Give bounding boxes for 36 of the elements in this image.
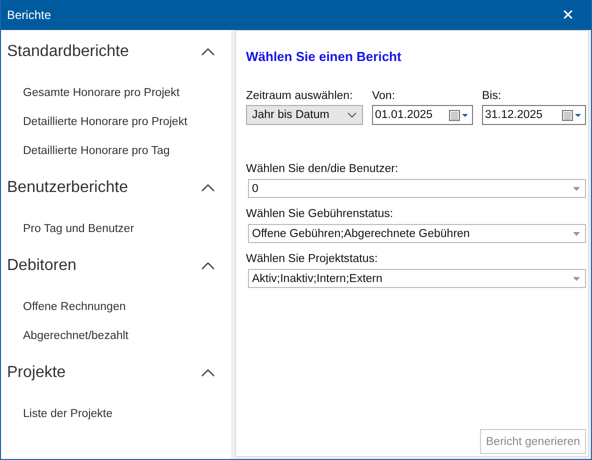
field-label: Wählen Sie den/die Benutzer: [246,163,400,175]
report-link[interactable]: Detaillierte Honorare pro Projekt [23,113,188,131]
chevron-down-icon[interactable] [347,112,357,118]
date-field[interactable]: 01.01.2025 [372,105,473,125]
field-label: Bis: [482,90,502,102]
select-field[interactable]: 0 [248,179,586,198]
panel-title: Wählen Sie einen Bericht [246,49,402,64]
chevron-up-icon[interactable] [201,48,215,56]
dropdown-arrow-icon[interactable] [573,232,580,236]
chevron-up-icon[interactable] [201,184,215,192]
dropdown-arrow-icon[interactable] [573,186,580,190]
chevron-up-icon[interactable] [201,262,215,270]
field-label: Wählen Sie Projektstatus: [246,253,379,265]
section-title: Benutzerberichte [7,179,128,197]
report-link[interactable]: Pro Tag und Benutzer [23,220,134,238]
period-dropdown[interactable]: Jahr bis Datum [246,105,363,125]
report-link[interactable]: Gesamte Honorare pro Projekt [23,84,180,102]
date-field[interactable]: 31.12.2025 [482,105,586,125]
select-field[interactable]: Aktiv;Inaktiv;Intern;Extern [248,269,586,288]
section-title: Standardberichte [7,43,129,61]
field-label: Zeitraum auswählen: [246,90,354,102]
report-link[interactable]: Liste der Projekte [23,405,112,423]
window-title: Berichte [7,8,52,22]
report-link[interactable]: Abgerechnet/bezahlt [23,327,128,345]
calendar-icon[interactable] [562,110,582,120]
report-link[interactable]: Detaillierte Honorare pro Tag [23,142,170,160]
section-title: Projekte [7,364,66,382]
field-label: Von: [372,90,396,102]
select-field[interactable]: Offene Gebühren;Abgerechnete Gebühren [248,224,586,243]
calendar-icon[interactable] [449,110,469,120]
chevron-up-icon[interactable] [201,369,215,377]
dropdown-arrow-icon[interactable] [573,276,580,280]
section-title: Debitoren [7,257,76,275]
close-button[interactable]: ✕ [545,0,591,30]
report-link[interactable]: Offene Rechnungen [23,298,126,316]
field-label: Wählen Sie Gebührenstatus: [246,208,394,220]
